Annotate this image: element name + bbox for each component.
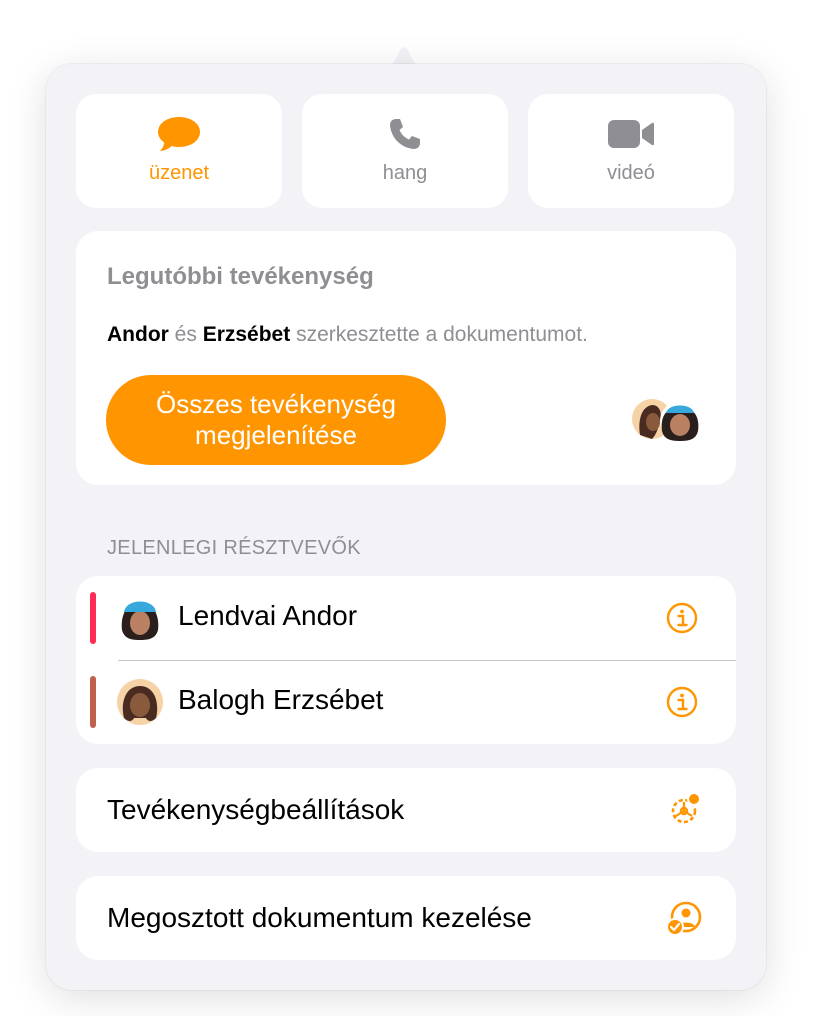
conjunction: és — [168, 323, 203, 346]
participant-row[interactable]: Balogh Erzsébet — [76, 660, 736, 744]
activity-settings-row[interactable]: Tevékenységbeállítások — [76, 768, 736, 852]
participant-name: Lendvai Andor — [178, 600, 358, 631]
participants-header: JELENLEGI RÉSZTVEVŐK — [107, 537, 361, 559]
video-label: videó — [607, 162, 655, 184]
participant-color-bar — [90, 592, 96, 644]
recent-activity-title: Legutóbbi tevékenység — [107, 263, 374, 290]
recent-activity-summary: Andor és Erzsébet szerkesztette a dokume… — [107, 323, 588, 347]
show-all-line2: megjelenítése — [195, 420, 357, 450]
show-all-line1: Összes tevékenység — [156, 389, 396, 419]
manage-shared-document-row[interactable]: Megosztott dokumentum kezelése — [76, 876, 736, 960]
avatar — [121, 601, 159, 640]
video-call-button[interactable]: videó — [528, 94, 734, 208]
avatar — [117, 679, 163, 725]
recent-activity-card: Legutóbbi tevékenység Andor és Erzsébet … — [76, 231, 736, 485]
activity-settings-gear-icon — [671, 792, 701, 824]
message-button[interactable]: üzenet — [76, 94, 282, 208]
activity-settings-label: Tevékenységbeállítások — [107, 794, 405, 825]
info-icon[interactable] — [666, 602, 698, 634]
avatar-andor — [660, 401, 700, 441]
phone-icon — [387, 114, 423, 154]
participant-name: Balogh Erzsébet — [178, 684, 384, 715]
message-bubble-icon — [156, 114, 202, 154]
info-icon[interactable] — [666, 686, 698, 718]
manage-shared-document-label: Megosztott dokumentum kezelése — [107, 902, 532, 933]
collaboration-popover: üzenet hang videó Legutóbbi tevékenység … — [46, 64, 766, 990]
message-label: üzenet — [148, 162, 210, 184]
audio-label: hang — [382, 162, 428, 184]
video-camera-icon — [607, 114, 655, 154]
editor-name-2: Erzsébet — [202, 323, 291, 346]
participant-row[interactable]: Lendvai Andor — [76, 576, 736, 660]
participant-color-bar — [90, 676, 96, 728]
manage-shared-person-icon — [666, 901, 702, 936]
participant-avatars — [632, 399, 700, 441]
summary-rest: szerkesztette a dokumentumot. — [290, 323, 588, 346]
participants-card: Lendvai Andor Balogh Erzsébet — [76, 576, 736, 744]
audio-call-button[interactable]: hang — [302, 94, 508, 208]
show-all-activity-button[interactable]: Összes tevékenység megjelenítése — [106, 375, 446, 465]
editor-name-1: Andor — [107, 323, 169, 346]
